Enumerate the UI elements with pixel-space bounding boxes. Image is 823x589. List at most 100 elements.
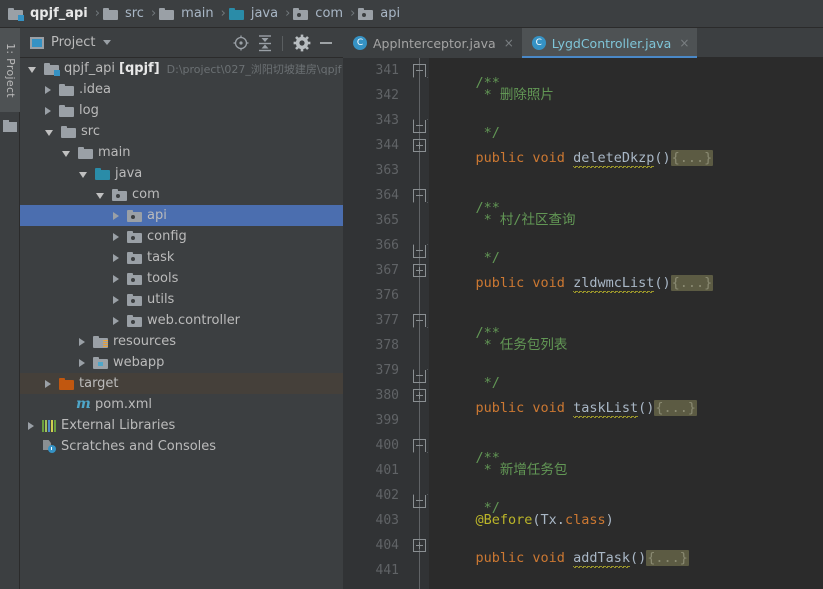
chevron-right-icon[interactable] [113, 211, 119, 220]
fold-expand-icon[interactable] [413, 389, 426, 402]
tree-item-label: External Libraries [61, 418, 176, 433]
tree-item-label: utils [147, 292, 175, 307]
fold-collapse-icon[interactable] [413, 64, 426, 77]
chevron-down-icon[interactable] [79, 171, 87, 178]
tree-item-external-libraries[interactable]: External Libraries [20, 415, 343, 436]
tree-item-com[interactable]: com [20, 184, 343, 205]
chevron-right-icon[interactable] [113, 232, 119, 241]
collapse-all-icon[interactable] [254, 32, 276, 54]
package-icon [112, 188, 127, 201]
chevron-right-icon[interactable] [45, 106, 51, 115]
breadcrumb-item-java[interactable]: java [228, 0, 280, 28]
line-number: 404 [375, 538, 399, 553]
folder-module-icon [44, 62, 60, 76]
chevron-right-icon[interactable] [45, 379, 51, 388]
fold-collapse-icon[interactable] [413, 314, 426, 327]
fold-collapse-icon[interactable] [413, 370, 426, 383]
tree-item--idea[interactable]: .idea [20, 79, 343, 100]
fold-expand-icon[interactable] [413, 539, 426, 552]
fold-collapse-icon[interactable] [413, 189, 426, 202]
tree-item-qpjf-api[interactable]: qpjf_api [qpjf] D:\project\027_浏阳切坡建房\qpjf [20, 58, 343, 79]
project-tree[interactable]: qpjf_api [qpjf] D:\project\027_浏阳切坡建房\qpjf… [20, 58, 343, 589]
tree-item-utils[interactable]: utils [20, 289, 343, 310]
gear-icon[interactable] [291, 32, 313, 54]
chevron-right-icon[interactable] [113, 253, 119, 262]
line-number: 401 [375, 463, 399, 478]
package-icon [127, 293, 142, 306]
chevron-right-icon[interactable] [79, 358, 85, 367]
chevron-right-icon[interactable] [113, 295, 119, 304]
chevron-right-icon[interactable] [28, 421, 34, 430]
project-view-selector[interactable]: Project [20, 35, 112, 50]
breadcrumb-separator: › [220, 6, 226, 21]
code-line: 342 * 删除照片 [343, 83, 823, 108]
fold-expand-icon[interactable] [413, 264, 426, 277]
breadcrumb-separator: › [94, 6, 100, 21]
sidebar-item-project-stripe[interactable]: 1: Project [0, 28, 20, 112]
chevron-right-icon[interactable] [79, 337, 85, 346]
breadcrumb-item-src[interactable]: src [102, 0, 146, 28]
package-icon [127, 251, 142, 264]
tree-item-src[interactable]: src [20, 121, 343, 142]
tree-item-target[interactable]: target [20, 373, 343, 394]
breadcrumb-item-api[interactable]: api [358, 0, 402, 28]
chevron-right-icon[interactable] [45, 85, 51, 94]
tree-item-task[interactable]: task [20, 247, 343, 268]
tree-item-pom-xml[interactable]: m pom.xml [20, 394, 343, 415]
package-icon [127, 209, 142, 222]
editor-tab-lygdcontroller[interactable]: C LygdController.java × [521, 28, 698, 58]
fold-collapse-icon[interactable] [413, 245, 426, 258]
fold-expand-icon[interactable] [413, 139, 426, 152]
tree-item-main[interactable]: main [20, 142, 343, 163]
tree-item-java[interactable]: java [20, 163, 343, 184]
fold-collapse-icon[interactable] [413, 120, 426, 133]
tree-item-log[interactable]: log [20, 100, 343, 121]
chevron-right-icon[interactable] [113, 316, 119, 325]
close-icon[interactable]: × [504, 36, 514, 50]
chevron-down-icon[interactable] [45, 129, 53, 136]
scroll-from-source-icon[interactable] [230, 32, 252, 54]
minimize-icon[interactable] [315, 32, 337, 54]
code-line: 404 public void addTask(){...} [343, 533, 823, 568]
code-token: ) [605, 512, 614, 528]
tree-item-label: web.controller [147, 313, 241, 328]
breadcrumb-label: main [181, 6, 214, 21]
tree-item-api[interactable]: api [20, 205, 343, 226]
tree-item-config[interactable]: config [20, 226, 343, 247]
tree-item-label: src [81, 124, 100, 139]
code-line: 378 * 任务包列表 [343, 333, 823, 358]
java-class-icon: C [353, 36, 367, 50]
chevron-right-icon[interactable] [113, 274, 119, 283]
breadcrumb-label: java [250, 6, 279, 21]
tree-item-tools[interactable]: tools [20, 268, 343, 289]
tree-item-webapp[interactable]: webapp [20, 352, 343, 373]
chevron-down-icon[interactable] [28, 66, 36, 73]
folder-resources-icon [93, 335, 108, 348]
intellij-idea-window: qpjf_api › src › main › java › com › api 1: Projec… [0, 0, 823, 589]
tree-item-resources[interactable]: resources [20, 331, 343, 352]
editor-tab-appinterceptor[interactable]: C AppInterceptor.java × [343, 28, 522, 58]
chevron-down-icon[interactable] [96, 192, 104, 199]
breadcrumb-item-main[interactable]: main [159, 0, 215, 28]
folder-icon [102, 7, 118, 20]
scratches-icon [42, 440, 56, 453]
close-icon[interactable]: × [679, 36, 689, 50]
chevron-down-icon[interactable] [62, 150, 70, 157]
breadcrumb-item-com[interactable]: com [293, 0, 345, 28]
tree-item-label: api [147, 208, 167, 223]
line-number: 378 [375, 338, 399, 353]
chevron-down-icon[interactable] [103, 40, 112, 45]
tree-item-label: webapp [113, 355, 165, 370]
panel-actions [228, 28, 337, 58]
breadcrumb-item-qpjf_api[interactable]: qpjf_api [8, 0, 90, 28]
line-number: 366 [375, 238, 399, 253]
breadcrumb: qpjf_api › src › main › java › com › api [0, 0, 823, 28]
line-number: 367 [375, 263, 399, 278]
tree-item-web-controller[interactable]: web.controller [20, 310, 343, 331]
fold-collapse-icon[interactable] [413, 439, 426, 452]
code-editor[interactable]: 341 /** 342 * 删除照片 343 */344 public void d… [343, 58, 823, 589]
line-number: 441 [375, 563, 399, 578]
fold-collapse-icon[interactable] [413, 495, 426, 508]
tree-item-scratches-and-consoles[interactable]: Scratches and Consoles [20, 436, 343, 457]
folder-icon [159, 7, 175, 20]
